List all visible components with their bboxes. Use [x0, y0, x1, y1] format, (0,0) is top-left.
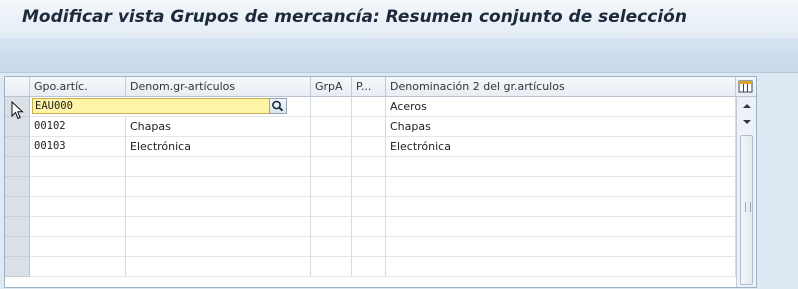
mouse-pointer-icon [11, 100, 25, 125]
table-row-empty [5, 177, 736, 197]
empty-cell [126, 237, 311, 257]
table-row: 00102 Chapas Chapas [5, 117, 736, 137]
page-title: Modificar vista Grupos de mercancía: Res… [22, 7, 687, 27]
empty-cell [30, 217, 126, 237]
table-row-empty [5, 237, 736, 257]
empty-cell [386, 257, 736, 277]
cell-name[interactable]: Chapas [126, 117, 311, 137]
data-table: Gpo.artíc. Denom.gr-artículos GrpA P... … [4, 76, 757, 288]
column-header-denominacion-2[interactable]: Denominación 2 del gr.artículos [386, 77, 736, 97]
cell-grpa[interactable] [311, 97, 352, 117]
table-row-empty [5, 217, 736, 237]
row-selector[interactable] [5, 217, 30, 237]
cell-name[interactable]: Electrónica [126, 137, 311, 157]
cell-p[interactable] [352, 97, 386, 117]
empty-cell [311, 177, 352, 197]
column-header-grpa[interactable]: GrpA [311, 77, 352, 97]
row-selector[interactable] [5, 137, 30, 157]
empty-cell [352, 237, 386, 257]
empty-cell [30, 197, 126, 217]
empty-cell [30, 237, 126, 257]
empty-cell [311, 257, 352, 277]
cell-p[interactable] [352, 117, 386, 137]
empty-cell [311, 237, 352, 257]
empty-cell [126, 197, 311, 217]
scroll-up-button[interactable] [740, 99, 754, 113]
empty-cell [30, 177, 126, 197]
table-header-row: Gpo.artíc. Denom.gr-artículos GrpA P... … [5, 77, 736, 97]
table-row: 00103 Electrónica Electrónica [5, 137, 736, 157]
empty-cell [352, 217, 386, 237]
vertical-scrollbar[interactable] [736, 97, 756, 287]
empty-cell [126, 157, 311, 177]
toolbar-strip [0, 38, 798, 73]
empty-cell [311, 197, 352, 217]
cell-p[interactable] [352, 137, 386, 157]
empty-cell [311, 217, 352, 237]
column-header-gpo-artic[interactable]: Gpo.artíc. [30, 77, 126, 97]
column-header-denom-gr-articulos[interactable]: Denom.gr-artículos [126, 77, 311, 97]
row-selector[interactable] [5, 257, 30, 277]
empty-cell [386, 237, 736, 257]
magnifier-icon [272, 100, 284, 112]
cell-code[interactable]: 00103 [30, 137, 126, 157]
row-selector[interactable] [5, 157, 30, 177]
empty-cell [386, 217, 736, 237]
empty-cell [386, 177, 736, 197]
empty-cell [352, 177, 386, 197]
table-row: Aceros [5, 97, 736, 117]
scroll-thumb[interactable] [740, 135, 753, 285]
scroll-down-button[interactable] [740, 115, 754, 129]
title-bar: Modificar vista Grupos de mercancía: Res… [0, 0, 798, 38]
cell-name2[interactable]: Electrónica [386, 137, 736, 157]
empty-cell [311, 157, 352, 177]
table-row-empty [5, 257, 736, 277]
cell-name2[interactable]: Chapas [386, 117, 736, 137]
select-all-header[interactable] [5, 77, 30, 97]
triangle-up-icon [743, 104, 751, 108]
column-header-p[interactable]: P... [352, 77, 386, 97]
code-input-cell [30, 97, 311, 117]
cell-name2[interactable]: Aceros [386, 97, 736, 117]
empty-cell [386, 157, 736, 177]
empty-cell [352, 257, 386, 277]
cell-code[interactable]: 00102 [30, 117, 126, 137]
empty-cell [30, 157, 126, 177]
row-selector[interactable] [5, 197, 30, 217]
material-group-input[interactable] [32, 98, 270, 114]
row-selector[interactable] [5, 237, 30, 257]
empty-cell [352, 197, 386, 217]
empty-cell [126, 257, 311, 277]
empty-cell [352, 157, 386, 177]
empty-cell [386, 197, 736, 217]
search-help-button[interactable] [269, 98, 287, 114]
cell-grpa[interactable] [311, 117, 352, 137]
table-row-empty [5, 157, 736, 177]
triangle-down-icon [743, 120, 751, 124]
cell-grpa[interactable] [311, 137, 352, 157]
table-settings-icon [738, 80, 753, 93]
thumb-grip [745, 202, 751, 212]
row-selector[interactable] [5, 177, 30, 197]
empty-cell [30, 257, 126, 277]
table-row-empty [5, 197, 736, 217]
column-config-button[interactable] [736, 77, 756, 97]
empty-cell [126, 177, 311, 197]
empty-cell [126, 217, 311, 237]
